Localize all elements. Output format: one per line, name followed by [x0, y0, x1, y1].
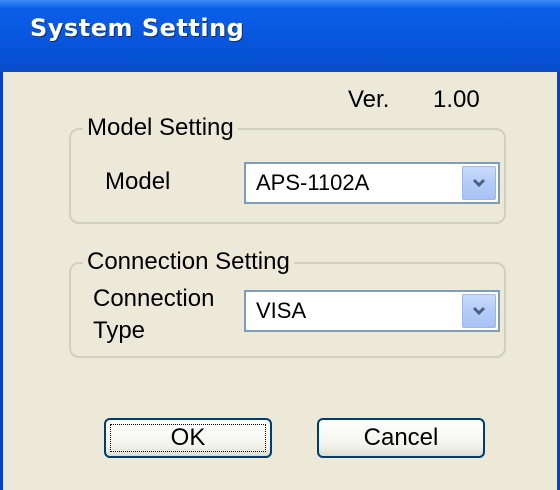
connection-type-label-line1: Connection: [93, 285, 215, 312]
window-title: System Setting: [30, 14, 245, 42]
ok-button-label: OK: [170, 424, 206, 451]
model-dropdown[interactable]: APS-1102A: [244, 162, 500, 204]
version-value: 1.00: [433, 86, 480, 113]
system-setting-dialog: System Setting Ver. 1.00 Model Setting M…: [0, 0, 560, 490]
connection-type-dropdown-button[interactable]: [462, 294, 496, 328]
chevron-down-icon: [472, 178, 486, 188]
connection-setting-legend: Connection Setting: [83, 248, 294, 276]
connection-type-selected-value: VISA: [256, 298, 307, 323]
cancel-button[interactable]: Cancel: [317, 418, 485, 458]
cancel-button-label: Cancel: [363, 424, 439, 451]
title-bar[interactable]: System Setting: [0, 0, 560, 72]
ok-button[interactable]: OK: [104, 418, 272, 458]
version-label: Ver.: [348, 86, 390, 113]
model-dropdown-button[interactable]: [462, 166, 496, 200]
connection-type-dropdown[interactable]: VISA: [244, 290, 500, 332]
connection-type-label-line2: Type: [93, 317, 146, 344]
chevron-down-icon: [472, 306, 486, 316]
dialog-body: Ver. 1.00 Model Setting Model APS-1102A …: [3, 72, 557, 490]
model-selected-value: APS-1102A: [256, 170, 370, 195]
model-label: Model: [105, 168, 171, 195]
model-setting-legend: Model Setting: [83, 114, 238, 142]
